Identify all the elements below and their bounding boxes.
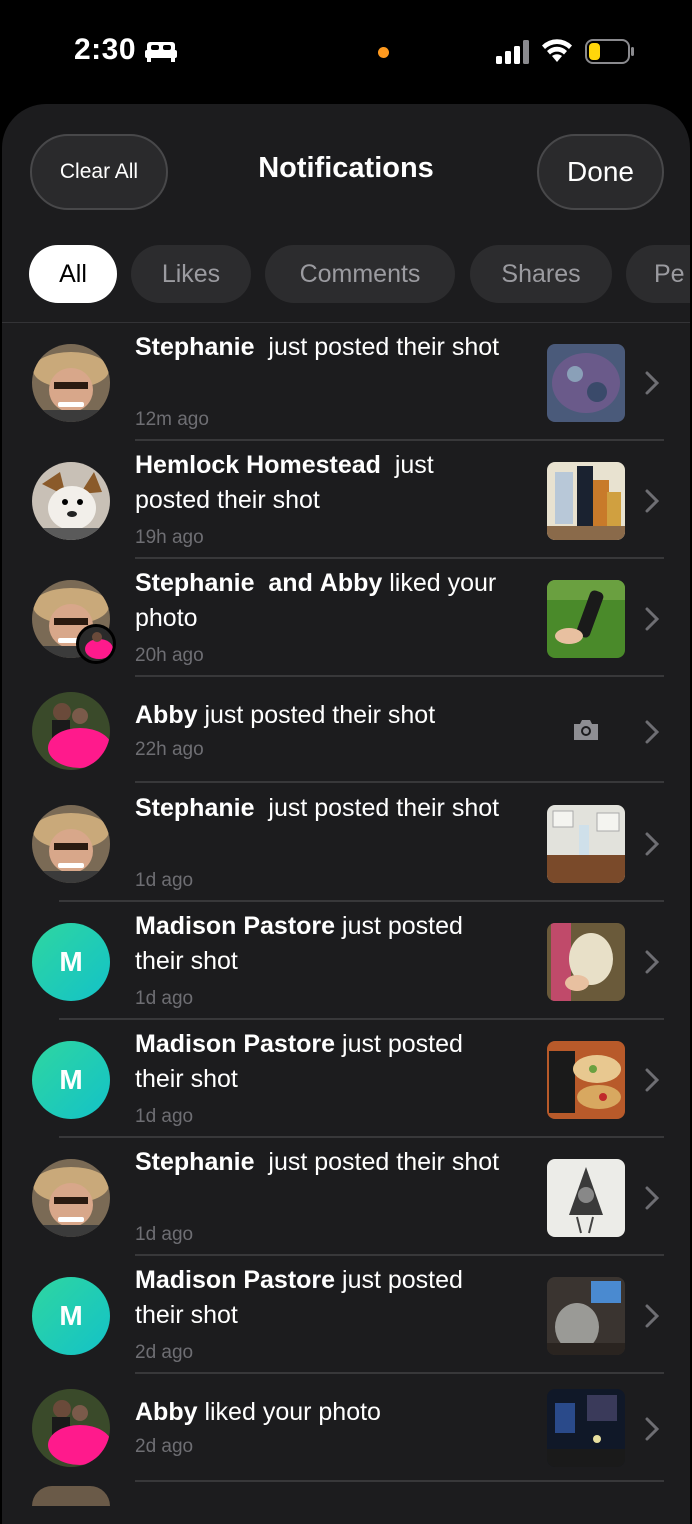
post-thumbnail[interactable]: [547, 462, 625, 540]
chevron-right-icon: [645, 1417, 659, 1441]
notification-text: Madison Pastore just posted their shot: [135, 1030, 463, 1093]
avatar-photo: [32, 1389, 110, 1467]
chevron-right-icon: [645, 607, 659, 631]
notification-row[interactable]: Stephanie just posted their shot 1d ago: [2, 784, 690, 902]
avatar-photo: [32, 805, 110, 883]
wifi-icon: [542, 39, 572, 62]
notification-row[interactable]: Stephanie and Abby liked your photo 20h …: [2, 559, 690, 677]
avatar-photo: [32, 1159, 110, 1237]
notification-row[interactable]: M Madison Pastore just posted their shot…: [2, 1020, 690, 1138]
notification-text: Stephanie just posted their shot: [135, 794, 500, 822]
avatar[interactable]: [32, 1159, 110, 1237]
notification-row[interactable]: Abby just posted their shot 22h ago: [2, 677, 690, 783]
chevron-right-icon: [645, 950, 659, 974]
notification-row[interactable]: M Madison Pastore just posted their shot…: [2, 902, 690, 1020]
chevron-right-icon: [645, 371, 659, 395]
notification-row[interactable]: [2, 1486, 690, 1506]
chevron-right-icon: [645, 1186, 659, 1210]
post-thumbnail[interactable]: [547, 1041, 625, 1119]
timestamp: 2d ago: [135, 1436, 194, 1457]
avatar[interactable]: [32, 692, 110, 770]
chevron-right-icon: [645, 1304, 659, 1328]
avatar[interactable]: [32, 344, 110, 422]
avatar[interactable]: [32, 805, 110, 883]
done-button[interactable]: Done: [537, 134, 664, 210]
avatar[interactable]: M: [32, 923, 110, 1001]
user-name[interactable]: Stephanie: [135, 569, 254, 597]
user-name[interactable]: Abby: [135, 1398, 198, 1426]
filter-tabs: All Likes Comments Shares Pe: [2, 245, 690, 305]
user-name[interactable]: Abby: [320, 569, 383, 597]
timestamp: 1d ago: [135, 1106, 194, 1127]
timestamp: 19h ago: [135, 527, 204, 548]
post-thumbnail[interactable]: [547, 580, 625, 658]
row-divider: [135, 781, 664, 783]
timestamp: 1d ago: [135, 988, 194, 1009]
timestamp: 1d ago: [135, 1224, 194, 1245]
notification-text: Stephanie just posted their shot: [135, 1148, 500, 1176]
status-time: 2:30: [74, 33, 137, 66]
avatar[interactable]: [32, 1486, 110, 1506]
chevron-right-icon: [645, 720, 659, 744]
tab-shares[interactable]: Shares: [470, 245, 612, 303]
notification-text: Hemlock Homestead just posted their shot: [135, 451, 434, 514]
notification-text: Stephanie and Abby liked your photo: [135, 569, 497, 632]
post-thumbnail[interactable]: [547, 344, 625, 422]
user-name[interactable]: Stephanie: [135, 333, 254, 361]
notification-text: Abby just posted their shot: [135, 701, 436, 729]
timestamp: 12m ago: [135, 409, 209, 430]
timestamp: 22h ago: [135, 739, 204, 760]
avatar[interactable]: M: [32, 1277, 110, 1355]
avatar[interactable]: M: [32, 1041, 110, 1119]
notification-text: Stephanie just posted their shot: [135, 333, 500, 361]
avatar[interactable]: [32, 462, 110, 540]
post-thumbnail[interactable]: [547, 1277, 625, 1355]
user-name[interactable]: Stephanie: [135, 1148, 254, 1176]
camera-icon: [574, 720, 598, 740]
row-divider: [135, 1480, 664, 1482]
timestamp: 2d ago: [135, 1342, 194, 1363]
secondary-avatar: [76, 624, 116, 664]
tab-comments[interactable]: Comments: [265, 245, 455, 303]
notification-text: Madison Pastore just posted their shot: [135, 1266, 463, 1329]
notification-row[interactable]: M Madison Pastore just posted their shot…: [2, 1256, 690, 1374]
notification-row[interactable]: Stephanie just posted their shot 12m ago: [2, 323, 690, 441]
user-name[interactable]: Madison Pastore: [135, 1266, 335, 1294]
avatar-photo: [32, 462, 110, 540]
battery-icon: [585, 39, 634, 64]
notification-row[interactable]: Abby liked your photo 2d ago: [2, 1374, 690, 1482]
notifications-sheet: Clear All Notifications Done All Likes C…: [2, 104, 690, 1524]
cellular-signal-icon: [496, 40, 529, 64]
notification-text: Abby liked your photo: [135, 1398, 381, 1426]
tab-likes[interactable]: Likes: [131, 245, 251, 303]
avatar-photo: [32, 344, 110, 422]
notification-text: Madison Pastore just posted their shot: [135, 912, 463, 975]
post-thumbnail[interactable]: [547, 923, 625, 1001]
post-thumbnail[interactable]: [547, 805, 625, 883]
timestamp: 20h ago: [135, 645, 204, 666]
status-bar: 2:30: [0, 0, 692, 100]
user-name[interactable]: Stephanie: [135, 794, 254, 822]
notification-row[interactable]: Stephanie just posted their shot 1d ago: [2, 1138, 690, 1256]
bed-icon: [145, 42, 177, 62]
user-name[interactable]: Madison Pastore: [135, 912, 335, 940]
user-name[interactable]: Madison Pastore: [135, 1030, 335, 1058]
avatar[interactable]: [32, 1389, 110, 1467]
tab-people[interactable]: Pe: [626, 245, 690, 303]
tab-all[interactable]: All: [29, 245, 117, 303]
avatar-photo: [32, 692, 110, 770]
privacy-indicator-dot: [378, 47, 389, 58]
post-thumbnail[interactable]: [547, 1389, 625, 1467]
chevron-right-icon: [645, 489, 659, 513]
notification-row[interactable]: Hemlock Homestead just posted their shot…: [2, 441, 690, 559]
post-thumbnail[interactable]: [547, 1159, 625, 1237]
chevron-right-icon: [645, 832, 659, 856]
chevron-right-icon: [645, 1068, 659, 1092]
user-name[interactable]: Abby: [135, 701, 198, 729]
timestamp: 1d ago: [135, 870, 194, 891]
user-name[interactable]: Hemlock Homestead: [135, 451, 381, 479]
